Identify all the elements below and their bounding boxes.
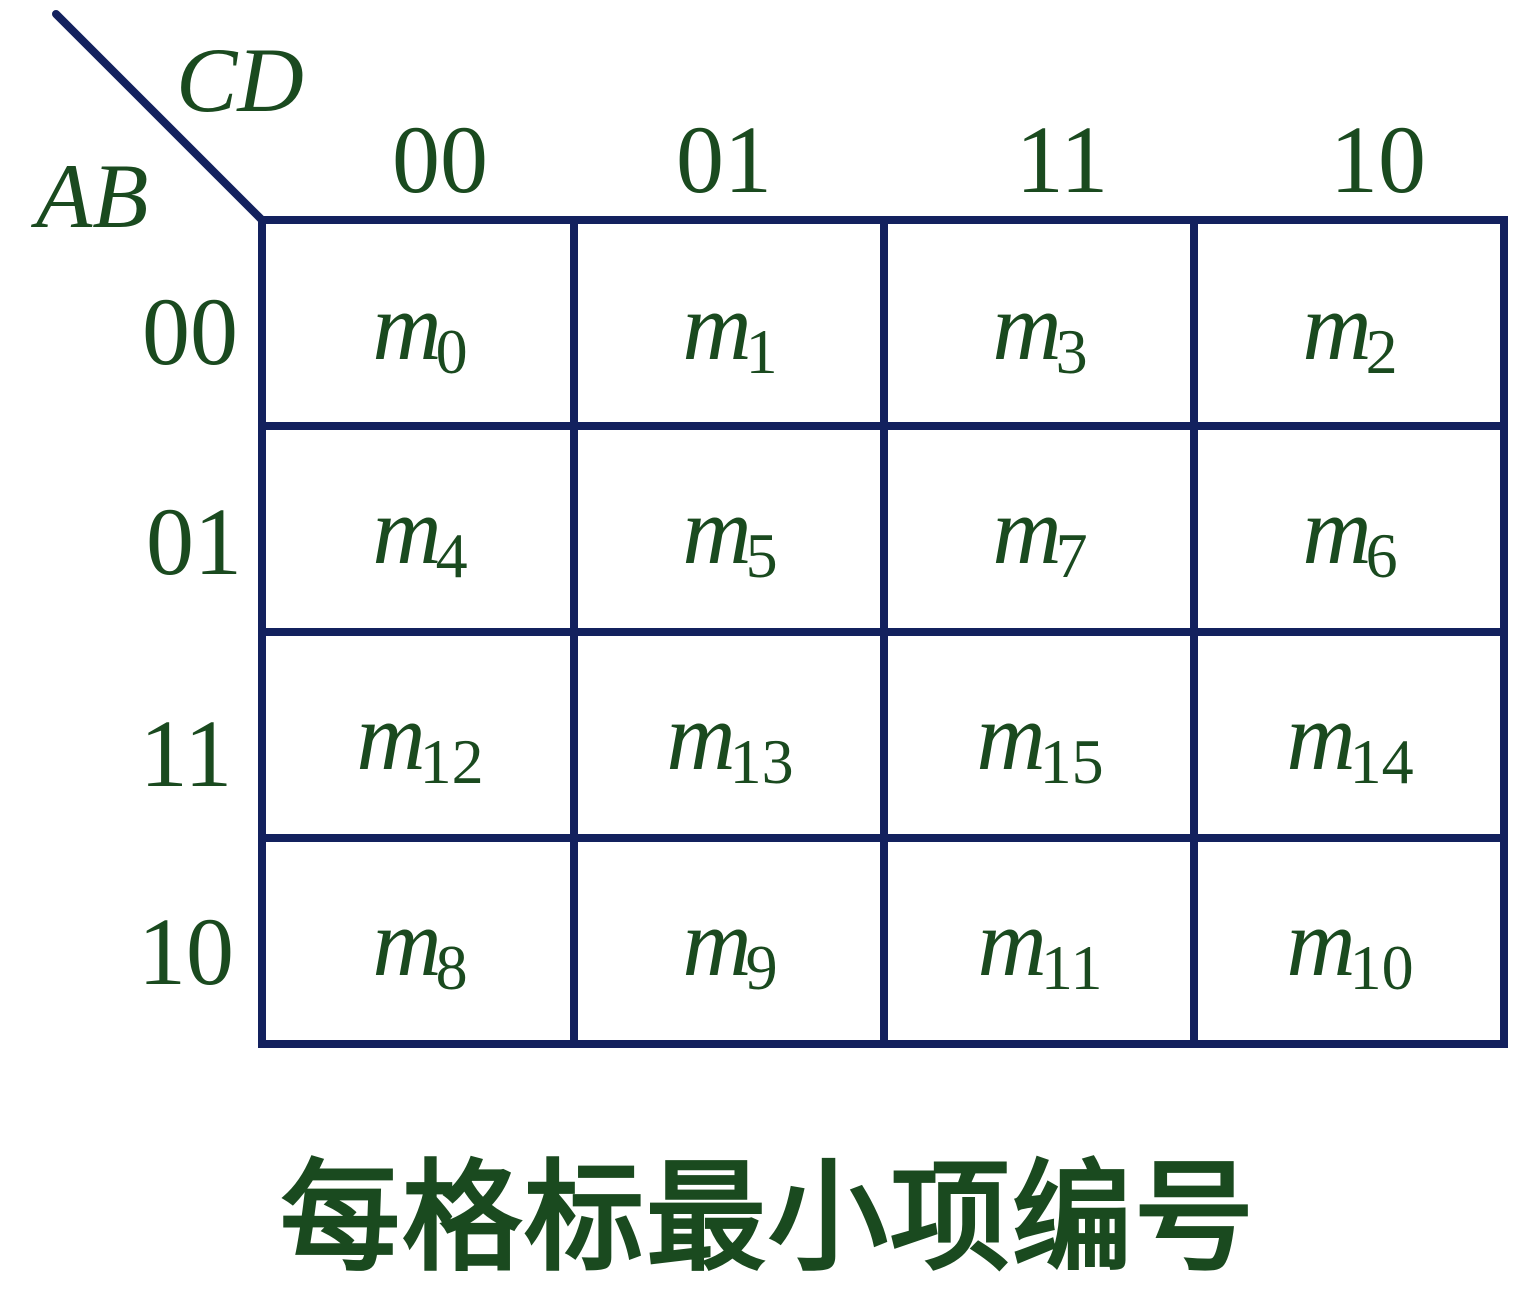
cell-r0-c0: m0 xyxy=(270,228,570,426)
cell-r1-c3: m6 xyxy=(1200,432,1500,630)
minterm-label: m4 xyxy=(372,477,468,591)
minterm-label: m2 xyxy=(1302,273,1398,387)
cell-r2-c3: m14 xyxy=(1200,638,1500,836)
cell-r3-c1: m9 xyxy=(580,844,880,1042)
cell-r0-c2: m3 xyxy=(890,228,1190,426)
minterm-label: m15 xyxy=(976,683,1104,797)
minterm-label: m3 xyxy=(992,273,1088,387)
cell-r1-c1: m5 xyxy=(580,432,880,630)
cell-r2-c2: m15 xyxy=(890,638,1190,836)
minterm-label: m8 xyxy=(372,889,468,1003)
col-code-1: 01 xyxy=(676,106,772,213)
cell-r0-c1: m1 xyxy=(580,228,880,426)
cell-r2-c1: m13 xyxy=(580,638,880,836)
row-code-3: 10 xyxy=(138,898,234,1005)
col-code-3: 10 xyxy=(1330,106,1426,213)
col-code-0: 00 xyxy=(392,106,488,213)
minterm-label: m1 xyxy=(682,273,778,387)
cell-r1-c0: m4 xyxy=(270,432,570,630)
minterm-label: m6 xyxy=(1302,477,1398,591)
minterm-label: m9 xyxy=(682,889,778,1003)
karnaugh-map-figure: CD AB 00 01 11 10 00 01 11 10 m0 m1 m3 m… xyxy=(0,0,1536,1288)
minterm-label: m12 xyxy=(356,683,484,797)
row-code-2: 11 xyxy=(139,700,233,807)
cell-r1-c2: m7 xyxy=(890,432,1190,630)
col-variable-label: CD xyxy=(176,29,304,131)
cell-r3-c0: m8 xyxy=(270,844,570,1042)
minterm-label: m10 xyxy=(1286,889,1414,1003)
cell-r2-c0: m12 xyxy=(270,638,570,836)
minterm-label: m11 xyxy=(977,889,1103,1003)
row-code-0: 00 xyxy=(142,278,238,385)
row-variable-label: AB xyxy=(36,145,149,247)
cell-r0-c3: m2 xyxy=(1200,228,1500,426)
minterm-label: m14 xyxy=(1286,683,1414,797)
minterm-label: m13 xyxy=(666,683,794,797)
row-code-1: 01 xyxy=(146,488,242,595)
minterm-label: m5 xyxy=(682,477,778,591)
minterm-label: m7 xyxy=(992,477,1088,591)
minterm-label: m0 xyxy=(372,273,468,387)
cell-r3-c2: m11 xyxy=(890,844,1190,1042)
cell-r3-c3: m10 xyxy=(1200,844,1500,1042)
col-code-2: 11 xyxy=(1015,106,1109,213)
figure-caption: 每格标最小项编号 xyxy=(280,1149,1256,1288)
